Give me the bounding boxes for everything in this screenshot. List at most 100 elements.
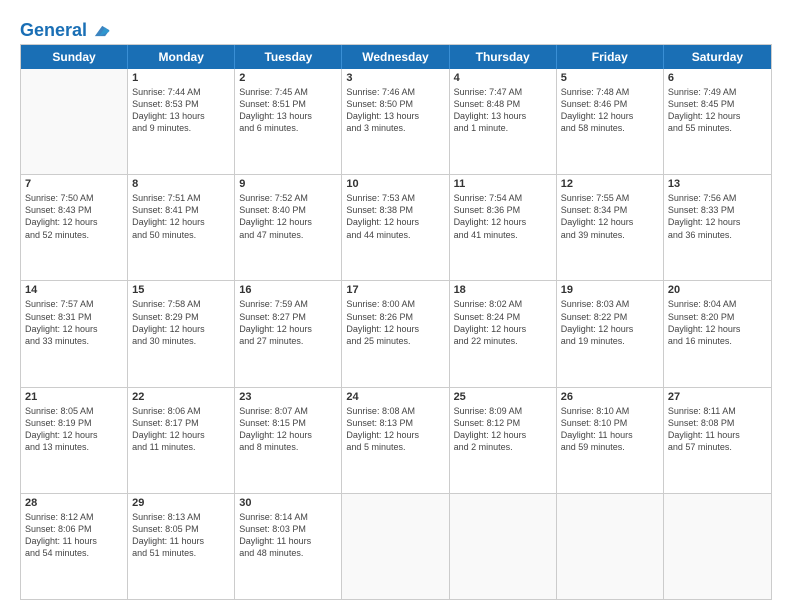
day-info-line: Sunrise: 8:07 AM (239, 405, 337, 417)
day-info-line: and 6 minutes. (239, 122, 337, 134)
day-info-line: Sunset: 8:13 PM (346, 417, 444, 429)
calendar-day-cell: 2Sunrise: 7:45 AMSunset: 8:51 PMDaylight… (235, 69, 342, 174)
calendar-day-cell (664, 494, 771, 599)
day-info-line: Sunrise: 7:46 AM (346, 86, 444, 98)
day-info-line: Sunrise: 8:00 AM (346, 298, 444, 310)
calendar-day-cell: 19Sunrise: 8:03 AMSunset: 8:22 PMDayligh… (557, 281, 664, 386)
calendar-day-cell: 6Sunrise: 7:49 AMSunset: 8:45 PMDaylight… (664, 69, 771, 174)
calendar-day-cell: 1Sunrise: 7:44 AMSunset: 8:53 PMDaylight… (128, 69, 235, 174)
calendar-day-cell: 14Sunrise: 7:57 AMSunset: 8:31 PMDayligh… (21, 281, 128, 386)
day-info-line: Sunset: 8:38 PM (346, 204, 444, 216)
day-info-line: Sunrise: 7:56 AM (668, 192, 767, 204)
calendar-day-cell (450, 494, 557, 599)
day-info-line: Sunset: 8:20 PM (668, 311, 767, 323)
day-info-line: Sunset: 8:43 PM (25, 204, 123, 216)
day-info-line: and 44 minutes. (346, 229, 444, 241)
day-number: 1 (132, 72, 230, 84)
day-info-line: and 8 minutes. (239, 441, 337, 453)
day-info-line: Sunrise: 8:10 AM (561, 405, 659, 417)
day-number: 17 (346, 284, 444, 296)
calendar-day-cell: 4Sunrise: 7:47 AMSunset: 8:48 PMDaylight… (450, 69, 557, 174)
day-info-line: Sunset: 8:40 PM (239, 204, 337, 216)
day-info-line: Sunset: 8:34 PM (561, 204, 659, 216)
day-info-line: and 39 minutes. (561, 229, 659, 241)
calendar-week-row: 14Sunrise: 7:57 AMSunset: 8:31 PMDayligh… (21, 281, 771, 387)
weekday-header: Sunday (21, 45, 128, 69)
day-number: 3 (346, 72, 444, 84)
calendar-day-cell: 20Sunrise: 8:04 AMSunset: 8:20 PMDayligh… (664, 281, 771, 386)
calendar-day-cell: 23Sunrise: 8:07 AMSunset: 8:15 PMDayligh… (235, 388, 342, 493)
calendar-day-cell: 13Sunrise: 7:56 AMSunset: 8:33 PMDayligh… (664, 175, 771, 280)
day-info-line: and 33 minutes. (25, 335, 123, 347)
day-info-line: Daylight: 11 hours (239, 535, 337, 547)
day-info-line: and 57 minutes. (668, 441, 767, 453)
day-info-line: and 25 minutes. (346, 335, 444, 347)
page: General SundayMondayTuesdayWednesdayThur… (0, 0, 792, 612)
day-info-line: Sunset: 8:41 PM (132, 204, 230, 216)
logo-text-line1: General (20, 20, 87, 42)
day-info-line: and 41 minutes. (454, 229, 552, 241)
day-info-line: Sunset: 8:26 PM (346, 311, 444, 323)
day-info-line: Daylight: 12 hours (454, 323, 552, 335)
calendar-day-cell: 10Sunrise: 7:53 AMSunset: 8:38 PMDayligh… (342, 175, 449, 280)
day-number: 5 (561, 72, 659, 84)
day-number: 13 (668, 178, 767, 190)
calendar-day-cell: 27Sunrise: 8:11 AMSunset: 8:08 PMDayligh… (664, 388, 771, 493)
day-info-line: Sunrise: 8:11 AM (668, 405, 767, 417)
calendar-day-cell: 25Sunrise: 8:09 AMSunset: 8:12 PMDayligh… (450, 388, 557, 493)
day-info-line: Daylight: 12 hours (132, 323, 230, 335)
day-info-line: Sunset: 8:24 PM (454, 311, 552, 323)
day-number: 14 (25, 284, 123, 296)
calendar-day-cell: 15Sunrise: 7:58 AMSunset: 8:29 PMDayligh… (128, 281, 235, 386)
day-number: 15 (132, 284, 230, 296)
calendar-week-row: 7Sunrise: 7:50 AMSunset: 8:43 PMDaylight… (21, 175, 771, 281)
day-info-line: and 2 minutes. (454, 441, 552, 453)
calendar-day-cell: 17Sunrise: 8:00 AMSunset: 8:26 PMDayligh… (342, 281, 449, 386)
day-info-line: Daylight: 12 hours (239, 216, 337, 228)
day-info-line: Sunrise: 8:04 AM (668, 298, 767, 310)
day-info-line: and 9 minutes. (132, 122, 230, 134)
day-info-line: Sunset: 8:27 PM (239, 311, 337, 323)
day-number: 27 (668, 391, 767, 403)
calendar-week-row: 21Sunrise: 8:05 AMSunset: 8:19 PMDayligh… (21, 388, 771, 494)
day-info-line: Sunset: 8:51 PM (239, 98, 337, 110)
day-number: 22 (132, 391, 230, 403)
day-info-line: Sunset: 8:15 PM (239, 417, 337, 429)
calendar-week-row: 1Sunrise: 7:44 AMSunset: 8:53 PMDaylight… (21, 69, 771, 175)
day-info-line: and 16 minutes. (668, 335, 767, 347)
calendar-day-cell: 22Sunrise: 8:06 AMSunset: 8:17 PMDayligh… (128, 388, 235, 493)
day-info-line: Daylight: 13 hours (239, 110, 337, 122)
day-info-line: Daylight: 12 hours (25, 216, 123, 228)
day-info-line: Daylight: 13 hours (132, 110, 230, 122)
day-info-line: Daylight: 12 hours (668, 323, 767, 335)
day-number: 4 (454, 72, 552, 84)
day-info-line: and 19 minutes. (561, 335, 659, 347)
day-number: 9 (239, 178, 337, 190)
day-info-line: Sunrise: 7:51 AM (132, 192, 230, 204)
calendar-day-cell: 16Sunrise: 7:59 AMSunset: 8:27 PMDayligh… (235, 281, 342, 386)
day-info-line: and 3 minutes. (346, 122, 444, 134)
day-number: 16 (239, 284, 337, 296)
weekday-header: Friday (557, 45, 664, 69)
day-info-line: Sunrise: 7:55 AM (561, 192, 659, 204)
day-info-line: Sunrise: 8:06 AM (132, 405, 230, 417)
day-info-line: Daylight: 12 hours (668, 110, 767, 122)
day-info-line: Daylight: 12 hours (25, 323, 123, 335)
calendar-day-cell: 7Sunrise: 7:50 AMSunset: 8:43 PMDaylight… (21, 175, 128, 280)
day-number: 23 (239, 391, 337, 403)
day-info-line: Daylight: 12 hours (239, 323, 337, 335)
day-info-line: and 27 minutes. (239, 335, 337, 347)
day-info-line: Sunrise: 7:49 AM (668, 86, 767, 98)
calendar-day-cell: 8Sunrise: 7:51 AMSunset: 8:41 PMDaylight… (128, 175, 235, 280)
day-number: 24 (346, 391, 444, 403)
day-info-line: and 22 minutes. (454, 335, 552, 347)
weekday-header: Thursday (450, 45, 557, 69)
day-info-line: Sunrise: 7:50 AM (25, 192, 123, 204)
day-info-line: Daylight: 12 hours (668, 216, 767, 228)
day-info-line: Sunset: 8:08 PM (668, 417, 767, 429)
day-number: 26 (561, 391, 659, 403)
day-info-line: Sunset: 8:50 PM (346, 98, 444, 110)
day-info-line: and 54 minutes. (25, 547, 123, 559)
day-info-line: and 59 minutes. (561, 441, 659, 453)
day-info-line: and 11 minutes. (132, 441, 230, 453)
